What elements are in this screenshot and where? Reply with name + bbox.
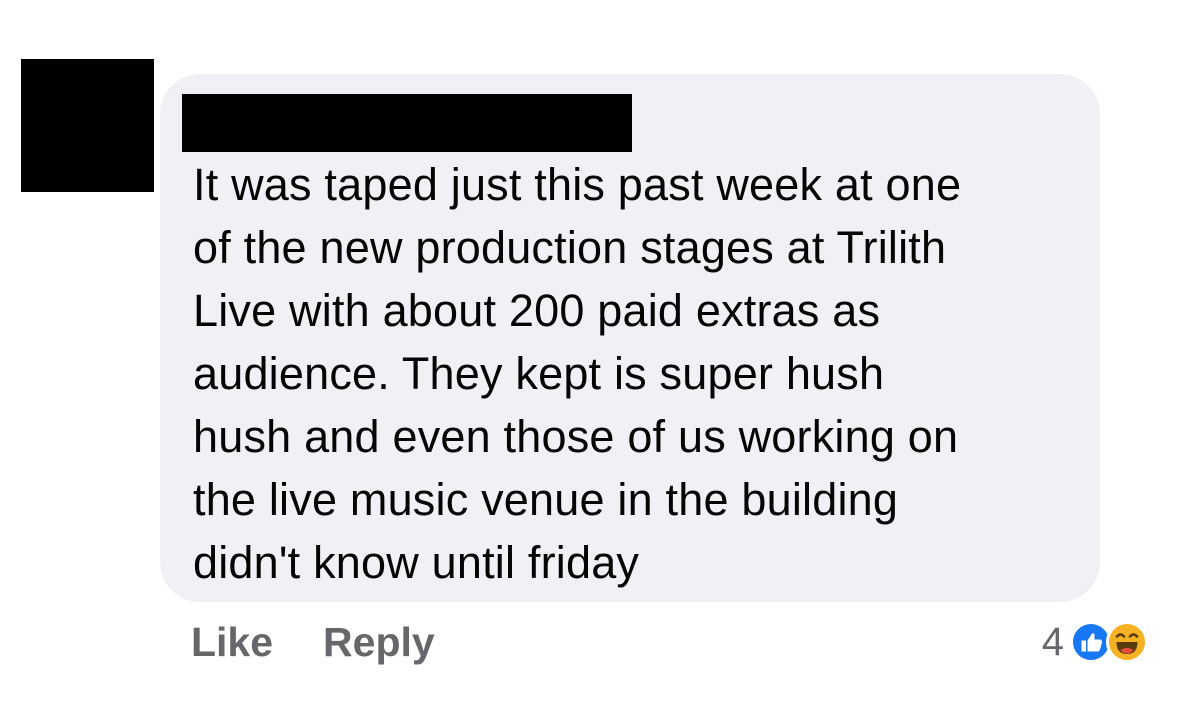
reply-button[interactable]: Reply <box>323 619 435 666</box>
haha-icon <box>1106 621 1148 663</box>
comment-actions: Like Reply <box>191 612 435 672</box>
commenter-name-redacted[interactable] <box>182 94 632 152</box>
like-button[interactable]: Like <box>191 619 273 666</box>
avatar-redacted[interactable] <box>21 59 154 192</box>
reaction-summary[interactable]: 4 <box>1042 612 1148 672</box>
reaction-count: 4 <box>1041 619 1064 664</box>
comment-text: It was taped just this past week at one … <box>193 159 962 588</box>
